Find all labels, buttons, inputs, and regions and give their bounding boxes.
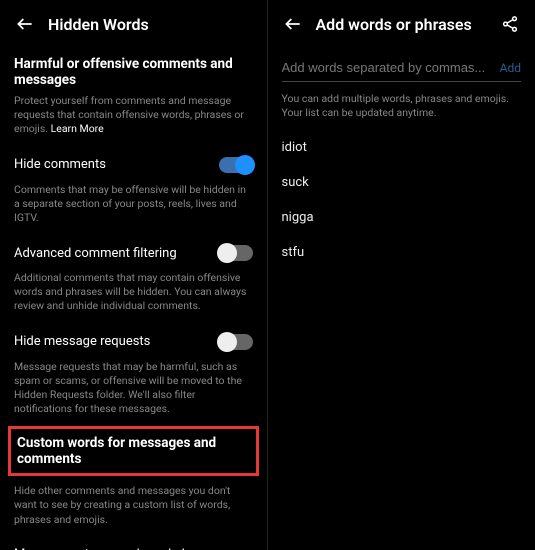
add-words-input-row: Add: [282, 54, 522, 82]
add-button[interactable]: Add: [500, 61, 521, 75]
custom-words-title: Custom words for messages and comments: [17, 435, 250, 467]
hide-message-requests-toggle[interactable]: [219, 334, 253, 350]
custom-words-highlight: Custom words for messages and comments: [8, 426, 259, 476]
hide-comments-toggle[interactable]: [219, 157, 253, 173]
hide-comments-label: Hide comments: [14, 157, 106, 172]
hidden-words-screen: Hidden Words Harmful or offensive commen…: [0, 0, 268, 550]
hide-message-requests-label: Hide message requests: [14, 334, 150, 349]
back-icon[interactable]: [282, 13, 304, 35]
harmful-section-desc: Protect yourself from comments and messa…: [14, 94, 253, 137]
advanced-filtering-toggle[interactable]: [219, 245, 253, 261]
advanced-filtering-desc: Additional comments that may contain off…: [14, 271, 253, 314]
word-item[interactable]: nigga: [282, 200, 522, 235]
custom-words-desc: Hide other comments and messages you don…: [14, 484, 253, 527]
hide-comments-desc: Comments that may be offensive will be h…: [14, 183, 253, 226]
page-title: Hidden Words: [48, 15, 253, 34]
word-item[interactable]: idiot: [282, 130, 522, 165]
manage-custom-words-row[interactable]: Manage custom words and phrases: [14, 537, 253, 550]
hide-message-requests-row[interactable]: Hide message requests: [14, 324, 253, 360]
chevron-right-icon: [231, 544, 253, 550]
page-title: Add words or phrases: [316, 15, 488, 34]
advanced-filtering-row[interactable]: Advanced comment filtering: [14, 235, 253, 271]
add-words-input[interactable]: [282, 60, 500, 75]
hide-message-requests-desc: Message requests that may be harmful, su…: [14, 360, 253, 417]
learn-more-link[interactable]: Learn More: [51, 122, 104, 135]
word-item[interactable]: suck: [282, 165, 522, 200]
add-words-screen: Add words or phrases Add You can add mul…: [268, 0, 535, 550]
header-left: Hidden Words: [14, 0, 253, 44]
share-icon[interactable]: [499, 13, 521, 35]
back-icon[interactable]: [14, 13, 36, 35]
add-words-hint: You can add multiple words, phrases and …: [282, 92, 522, 120]
words-list: idiotsuckniggastfu: [282, 130, 522, 270]
harmful-desc-text: Protect yourself from comments and messa…: [14, 94, 244, 135]
advanced-filtering-label: Advanced comment filtering: [14, 246, 177, 261]
harmful-section-title: Harmful or offensive comments and messag…: [14, 56, 253, 88]
hide-comments-row[interactable]: Hide comments: [14, 147, 253, 183]
word-item[interactable]: stfu: [282, 235, 522, 270]
header-right: Add words or phrases: [282, 0, 522, 44]
